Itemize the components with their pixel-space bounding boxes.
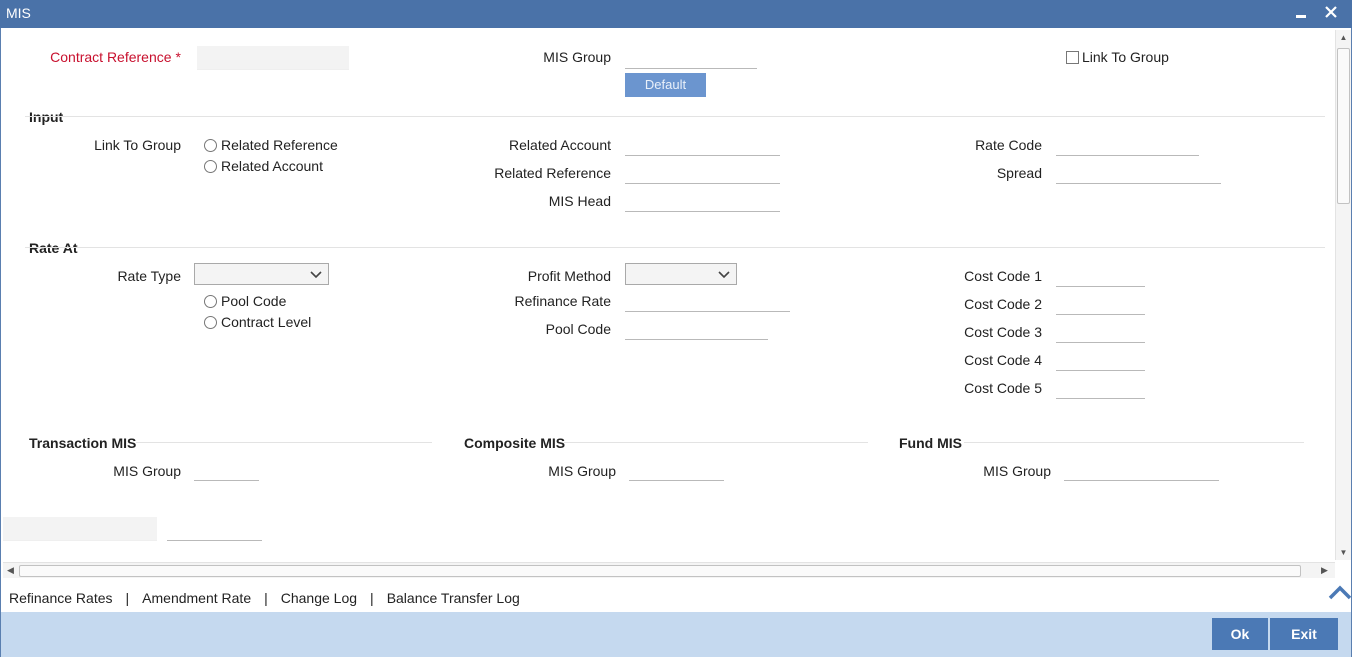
- transaction-mis-divider: [136, 442, 432, 443]
- transaction-mis-group-label: MIS Group: [113, 463, 181, 479]
- refinance-rate-field[interactable]: [625, 288, 790, 312]
- scroll-right-icon[interactable]: ▶: [1321, 565, 1328, 576]
- cost-code-2-label: Cost Code 2: [964, 296, 1042, 312]
- mis-head-label: MIS Head: [548, 193, 611, 209]
- transaction-mis-group-field[interactable]: [194, 457, 259, 481]
- fund-mis-group-label: MIS Group: [983, 463, 1051, 479]
- pool-code-radio-label: Pool Code: [221, 293, 287, 309]
- composite-mis-divider: [564, 442, 868, 443]
- mis-head-field[interactable]: [625, 188, 780, 212]
- related-reference-radio[interactable]: Related Reference: [204, 137, 338, 153]
- related-account-field[interactable]: [625, 132, 780, 156]
- rate-at-section-title: Rate At: [29, 240, 78, 256]
- horizontal-scrollbar[interactable]: ◀ ▶: [3, 562, 1335, 578]
- scroll-up-icon[interactable]: ▲: [1338, 33, 1349, 42]
- link-separator: |: [264, 590, 268, 606]
- refinance-rate-label: Refinance Rate: [514, 293, 611, 309]
- link-bar: Refinance Rates | Amendment Rate | Chang…: [1, 584, 1351, 612]
- cost-code-4-label: Cost Code 4: [964, 352, 1042, 368]
- link-separator: |: [125, 590, 130, 606]
- related-account-label: Related Account: [509, 137, 611, 153]
- input-divider: [25, 116, 1325, 117]
- ok-button[interactable]: Ok: [1212, 618, 1268, 650]
- radio-circle[interactable]: [204, 315, 217, 329]
- rate-type-select[interactable]: [194, 263, 329, 285]
- extra-field-1[interactable]: [3, 517, 157, 541]
- change-log-link[interactable]: Change Log: [281, 590, 357, 606]
- title-bar: MIS: [0, 0, 1352, 28]
- vertical-scrollbar[interactable]: ▲ ▼: [1335, 30, 1351, 560]
- scroll-left-icon[interactable]: ◀: [7, 565, 14, 576]
- exit-button[interactable]: Exit: [1270, 618, 1338, 650]
- related-reference-field[interactable]: [625, 160, 780, 184]
- pool-code-radio[interactable]: Pool Code: [204, 293, 286, 309]
- contract-level-radio[interactable]: Contract Level: [204, 314, 311, 330]
- refinance-rates-link[interactable]: Refinance Rates: [9, 590, 113, 606]
- mis-window: Contract Reference * MIS Group Default Li…: [0, 28, 1352, 657]
- horizontal-scrollbar-thumb[interactable]: [19, 565, 1301, 577]
- contract-reference-field[interactable]: [197, 46, 349, 70]
- profit-method-label: Profit Method: [527, 268, 611, 284]
- contract-level-radio-label: Contract Level: [221, 314, 312, 330]
- link-separator: |: [370, 590, 374, 606]
- pool-code-field[interactable]: [625, 316, 768, 340]
- contract-reference-label: Contract Reference *: [50, 49, 181, 65]
- extra-field-2[interactable]: [167, 517, 262, 541]
- footer-bar: Ok Exit: [1, 612, 1351, 657]
- cost-code-1-label: Cost Code 1: [964, 268, 1042, 284]
- vertical-scrollbar-thumb[interactable]: [1337, 48, 1350, 204]
- transaction-mis-title: Transaction MIS: [29, 435, 137, 451]
- rate-code-field[interactable]: [1056, 132, 1199, 156]
- composite-mis-title: Composite MIS: [464, 435, 566, 451]
- composite-mis-group-label: MIS Group: [548, 463, 616, 479]
- close-icon[interactable]: [1320, 2, 1342, 24]
- radio-circle[interactable]: [204, 159, 217, 173]
- profit-method-select[interactable]: [625, 263, 737, 285]
- checkbox-box[interactable]: [1066, 50, 1079, 64]
- spread-field[interactable]: [1056, 160, 1221, 184]
- rate-at-divider: [25, 247, 1325, 248]
- link-to-group-checkbox[interactable]: Link To Group: [1066, 49, 1169, 65]
- cost-code-4-field[interactable]: [1056, 347, 1145, 371]
- fund-mis-title: Fund MIS: [899, 435, 962, 451]
- cost-code-3-field[interactable]: [1056, 319, 1145, 343]
- mis-group-field[interactable]: [625, 45, 757, 69]
- chevron-down-icon: [310, 271, 322, 279]
- mis-group-label: MIS Group: [543, 49, 611, 65]
- input-section-title: Input: [29, 109, 64, 125]
- collapse-up-icon[interactable]: [1327, 582, 1352, 602]
- minimize-icon[interactable]: [1290, 2, 1312, 24]
- cost-code-5-label: Cost Code 5: [964, 380, 1042, 396]
- related-reference-radio-label: Related Reference: [221, 137, 338, 153]
- rate-code-label: Rate Code: [975, 137, 1042, 153]
- cost-code-5-field[interactable]: [1056, 375, 1145, 399]
- radio-circle[interactable]: [204, 294, 217, 308]
- related-account-radio[interactable]: Related Account: [204, 158, 323, 174]
- related-reference-label: Related Reference: [494, 165, 611, 181]
- related-account-radio-label: Related Account: [221, 158, 323, 174]
- cost-code-1-field[interactable]: [1056, 263, 1145, 287]
- balance-transfer-log-link[interactable]: Balance Transfer Log: [387, 590, 520, 606]
- fund-mis-divider: [964, 442, 1304, 443]
- link-to-group-label: Link To Group: [94, 137, 181, 153]
- pool-code-label: Pool Code: [545, 321, 611, 337]
- radio-circle[interactable]: [204, 138, 217, 152]
- amendment-rate-link[interactable]: Amendment Rate: [142, 590, 251, 606]
- composite-mis-group-field[interactable]: [629, 457, 724, 481]
- scroll-down-icon[interactable]: ▼: [1338, 548, 1349, 557]
- cost-code-3-label: Cost Code 3: [964, 324, 1042, 340]
- rate-type-label: Rate Type: [117, 268, 181, 284]
- default-button[interactable]: Default: [625, 73, 706, 97]
- chevron-down-icon: [718, 271, 730, 279]
- cost-code-2-field[interactable]: [1056, 291, 1145, 315]
- link-to-group-checkbox-label: Link To Group: [1082, 49, 1169, 65]
- fund-mis-group-field[interactable]: [1064, 457, 1219, 481]
- spread-label: Spread: [996, 165, 1042, 181]
- window-title: MIS: [6, 5, 31, 21]
